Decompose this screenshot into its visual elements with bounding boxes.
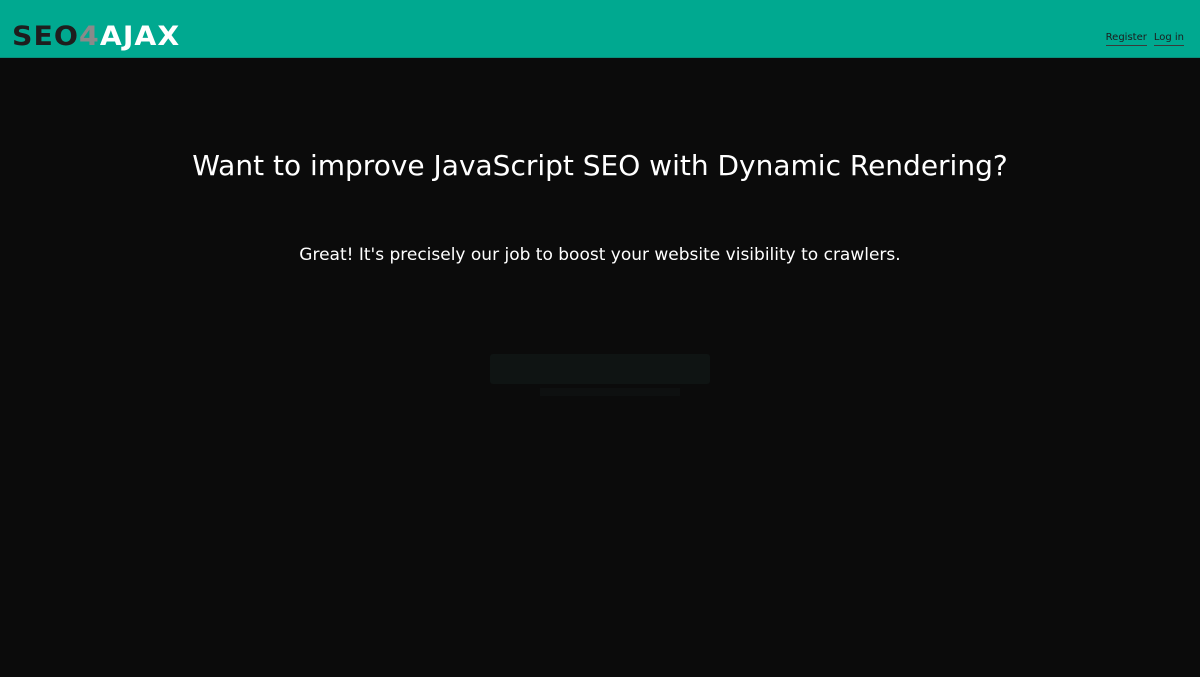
obscured-cta-button — [490, 354, 710, 384]
hero-title: Want to improve JavaScript SEO with Dyna… — [192, 149, 1008, 182]
hero-overlay: Want to improve JavaScript SEO with Dyna… — [0, 58, 1200, 677]
seo4ajax-logo[interactable]: SEO 4 AJAX — [12, 21, 181, 52]
hero-subtitle: Great! It's precisely our job to boost y… — [299, 245, 901, 265]
auth-links: Register Log in — [1105, 32, 1184, 46]
register-link[interactable]: Register — [1105, 32, 1147, 46]
logo-text-4: 4 — [79, 21, 100, 52]
obscured-cta-caption — [540, 388, 680, 396]
logo-text-ajax: AJAX — [99, 21, 181, 52]
top-navigation-bar: SEO 4 AJAX Register Log in — [0, 0, 1200, 58]
login-link[interactable]: Log in — [1153, 32, 1184, 46]
logo-text-seo: SEO — [12, 21, 80, 52]
